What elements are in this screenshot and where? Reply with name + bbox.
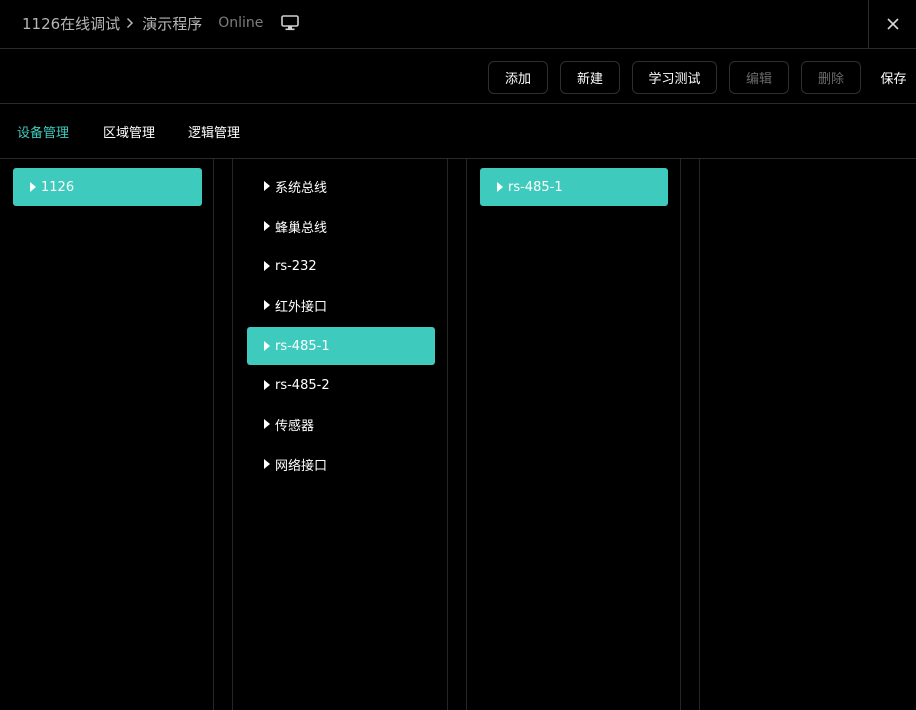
- title-bar: 1126在线调试 演示程序 Online: [0, 0, 916, 49]
- caret-right-icon: [264, 419, 270, 429]
- tree-item-label: 蜂巢总线: [275, 220, 328, 236]
- column-divider: [699, 159, 700, 710]
- column-divider: [466, 159, 467, 710]
- chevron-right-icon: [126, 17, 134, 29]
- save-button[interactable]: 保存: [871, 61, 916, 94]
- tree-item-label: rs-485-1: [275, 338, 330, 354]
- breadcrumb-project[interactable]: 1126在线调试: [22, 13, 120, 34]
- caret-right-icon: [264, 261, 270, 271]
- learn-test-button[interactable]: 学习测试: [632, 61, 717, 94]
- column-divider: [213, 159, 214, 710]
- tree-item-label: 传感器: [275, 418, 315, 434]
- close-button[interactable]: [868, 0, 916, 48]
- tree-item-network[interactable]: 网络接口: [247, 445, 435, 483]
- tab-device-management[interactable]: 设备管理: [17, 104, 69, 158]
- caret-right-icon: [264, 341, 270, 351]
- edit-button[interactable]: 编辑: [729, 61, 789, 94]
- caret-right-icon: [497, 182, 503, 192]
- caret-right-icon: [264, 181, 270, 191]
- tree-item-sensor[interactable]: 传感器: [247, 405, 435, 443]
- column-divider: [447, 159, 448, 710]
- tree-item-infrared[interactable]: 红外接口: [247, 286, 435, 324]
- delete-button[interactable]: 删除: [801, 61, 861, 94]
- breadcrumb: 1126在线调试 演示程序 Online: [22, 0, 300, 46]
- caret-right-icon: [264, 459, 270, 469]
- breadcrumb-program: 演示程序: [142, 14, 203, 33]
- tab-area-management[interactable]: 区域管理: [103, 104, 155, 158]
- column-divider: [232, 159, 233, 710]
- tree-item-device[interactable]: 1126: [13, 168, 202, 206]
- toolbar: 添加 新建 学习测试 编辑 删除 保存: [0, 49, 916, 104]
- tab-logic-management[interactable]: 逻辑管理: [188, 104, 240, 158]
- caret-right-icon: [264, 221, 270, 231]
- new-button[interactable]: 新建: [560, 61, 620, 94]
- column-divider: [680, 159, 681, 710]
- connection-status: Online: [218, 15, 264, 31]
- tree-item-label: rs-232: [275, 258, 317, 274]
- tree-item-label: 网络接口: [275, 458, 328, 474]
- tree-item-rs485-1-child[interactable]: rs-485-1: [480, 168, 668, 206]
- tree-item-hive-bus[interactable]: 蜂巢总线: [247, 207, 435, 245]
- tree-item-label: 系统总线: [275, 180, 328, 196]
- tree-item-rs232[interactable]: rs-232: [247, 247, 435, 285]
- tree-item-label: rs-485-2: [275, 377, 330, 393]
- tree-item-rs485-1[interactable]: rs-485-1: [247, 327, 435, 365]
- tree-item-label: 红外接口: [275, 299, 328, 315]
- add-button[interactable]: 添加: [488, 61, 548, 94]
- tree-item-label: rs-485-1: [508, 179, 563, 195]
- tree-item-rs485-2[interactable]: rs-485-2: [247, 366, 435, 404]
- monitor-icon: [281, 15, 300, 31]
- caret-right-icon: [30, 182, 36, 192]
- tree-item-label: 1126: [41, 179, 75, 195]
- close-icon: [886, 15, 899, 34]
- tree-item-system-bus[interactable]: 系统总线: [247, 167, 435, 205]
- caret-right-icon: [264, 300, 270, 310]
- caret-right-icon: [264, 380, 270, 390]
- tab-bar: 设备管理 区域管理 逻辑管理: [0, 104, 916, 159]
